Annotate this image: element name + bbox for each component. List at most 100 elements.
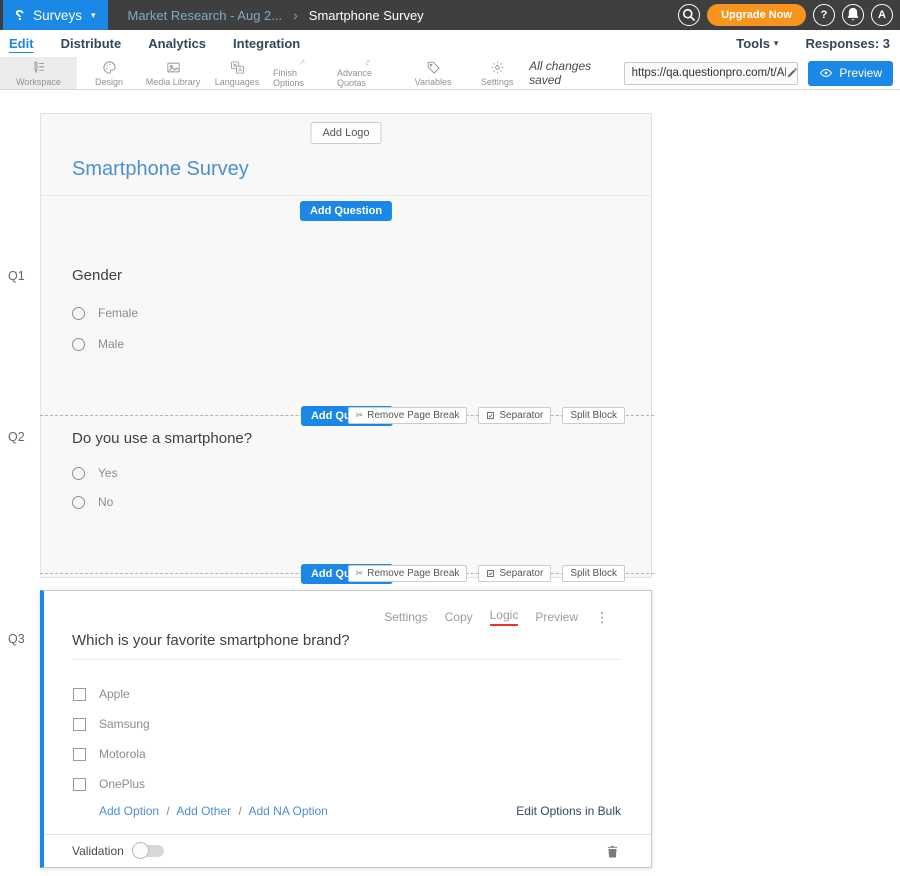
tab-distribute[interactable]: Distribute (61, 36, 122, 51)
split-block-label: Split Block (570, 568, 617, 579)
tab-analytics[interactable]: Analytics (148, 36, 206, 51)
tools-menu[interactable]: Tools ▾ (736, 36, 778, 51)
toolbar-item-label: Languages (215, 77, 260, 87)
notifications-button[interactable] (842, 4, 864, 26)
toolbar-item-workspace[interactable]: Workspace (0, 57, 77, 89)
question-settings-button[interactable]: Settings (384, 610, 427, 624)
checkbox[interactable] (73, 778, 86, 791)
preview-button[interactable]: Preview (808, 61, 893, 86)
separator-button[interactable]: Separator (478, 565, 551, 582)
search-icon (679, 5, 699, 25)
question-preview-button[interactable]: Preview (535, 610, 578, 624)
survey-canvas: Add Logo Smartphone Survey Add Question … (40, 113, 652, 578)
toolbar-item-label: Design (95, 77, 123, 87)
surveys-menu[interactable]: ? Surveys ▾ (3, 0, 108, 30)
add-option-link[interactable]: Add Option (99, 804, 159, 818)
option-label: Female (98, 306, 138, 320)
kebab-menu-icon[interactable]: ⋮ (595, 610, 609, 624)
checkbox[interactable] (73, 718, 86, 731)
option-label: OnePlus (99, 777, 145, 791)
remove-page-break-button[interactable]: ✂ Remove Page Break (348, 565, 468, 582)
toolbar-item-label: Advance Quotas (337, 68, 397, 88)
toolbar-item-languages[interactable]: A Languages (205, 57, 269, 89)
radio-button[interactable] (72, 307, 85, 320)
toolbar-item-design[interactable]: Design (77, 57, 141, 89)
question-divider (72, 659, 621, 660)
question-copy-button[interactable]: Copy (445, 610, 473, 624)
toolbar-item-label: Finish Options (273, 68, 329, 88)
slash-separator: / (238, 804, 241, 818)
toolbar-item-label: Workspace (16, 77, 61, 87)
radio-button[interactable] (72, 496, 85, 509)
topbar-actions: Upgrade Now ? A (678, 4, 900, 26)
toolbar-item-settings[interactable]: Settings (465, 57, 529, 89)
chevron-right-icon: › (293, 7, 298, 23)
toolbar-item-label: Variables (415, 77, 452, 87)
toolbar-item-finish-options[interactable]: Finish Options (269, 57, 333, 89)
tools-label: Tools (736, 36, 770, 51)
page-break-divider: Add Question ✂ Remove Page Break Separat… (40, 564, 654, 583)
answer-option: OnePlus (73, 769, 150, 799)
toolbar-item-label: Settings (481, 77, 514, 87)
breadcrumb-folder[interactable]: Market Research - Aug 2... (127, 8, 282, 23)
radio-button[interactable] (72, 338, 85, 351)
questionpro-logo-icon: ? (15, 7, 24, 24)
option-add-links: Add Option / Add Other / Add NA Option (99, 804, 328, 818)
answer-option: Samsung (73, 709, 150, 739)
option-label: Yes (98, 466, 118, 480)
add-logo-button[interactable]: Add Logo (310, 122, 381, 144)
toolbar-item-variables[interactable]: Variables (401, 57, 465, 89)
option-label: Apple (99, 687, 130, 701)
checkbox[interactable] (73, 688, 86, 701)
toolbar-right: All changes saved Preview (529, 57, 900, 89)
magic-wand-icon (294, 59, 309, 66)
caret-down-icon: ▾ (91, 11, 96, 20)
question-logic-button[interactable]: Logic (490, 608, 519, 626)
separator-label: Separator (499, 568, 543, 579)
option-label: No (98, 495, 113, 509)
search-button[interactable] (678, 4, 700, 26)
palette-icon (102, 60, 117, 75)
gear-icon (490, 60, 505, 75)
breadcrumb-current[interactable]: Smartphone Survey (309, 8, 424, 23)
add-question-button[interactable]: Add Question (300, 201, 392, 221)
add-na-option-link[interactable]: Add NA Option (248, 804, 327, 818)
tab-edit[interactable]: Edit (9, 36, 34, 51)
svg-text:A: A (238, 68, 242, 74)
page-break-actions: ✂ Remove Page Break Separator Split Bloc… (348, 407, 625, 424)
question-text-q1[interactable]: Gender (72, 267, 122, 284)
toolbar-item-media-library[interactable]: Media Library (141, 57, 205, 89)
option-label: Motorola (99, 747, 146, 761)
help-button[interactable]: ? (813, 4, 835, 26)
avatar[interactable]: A (871, 4, 893, 26)
survey-title[interactable]: Smartphone Survey (72, 158, 249, 181)
split-block-button[interactable]: Split Block (562, 565, 625, 582)
tag-icon (426, 60, 441, 75)
delete-question-button[interactable] (605, 843, 620, 860)
remove-page-break-button[interactable]: ✂ Remove Page Break (348, 407, 468, 424)
split-block-label: Split Block (570, 410, 617, 421)
survey-header-section: Add Logo Smartphone Survey (41, 114, 651, 196)
checkbox[interactable] (73, 748, 86, 761)
nav-right: Tools ▾ Responses: 3 (736, 36, 900, 51)
toolbar-item-advance-quotas[interactable]: Advance Quotas (333, 57, 401, 89)
edit-options-in-bulk-link[interactable]: Edit Options in Bulk (516, 804, 621, 818)
checkbox-check-icon (486, 411, 495, 420)
question-text-q2[interactable]: Do you use a smartphone? (72, 430, 252, 447)
responses-link[interactable]: Responses: 3 (805, 36, 890, 51)
toggle-knob (132, 842, 149, 859)
tab-integration[interactable]: Integration (233, 36, 300, 51)
survey-url-input[interactable] (625, 67, 786, 79)
edit-url-button[interactable] (786, 67, 798, 79)
split-block-button[interactable]: Split Block (562, 407, 625, 424)
save-status: All changes saved (529, 59, 614, 87)
separator-button[interactable]: Separator (478, 407, 551, 424)
validation-toggle[interactable] (134, 845, 164, 857)
validation-label: Validation (72, 844, 124, 858)
add-other-link[interactable]: Add Other (176, 804, 231, 818)
upgrade-now-button[interactable]: Upgrade Now (707, 4, 806, 26)
radio-button[interactable] (72, 467, 85, 480)
question-text-q3[interactable]: Which is your favorite smartphone brand? (72, 632, 350, 649)
surveys-menu-label: Surveys (33, 8, 82, 23)
section-nav: Edit Distribute Analytics Integration To… (0, 30, 900, 57)
